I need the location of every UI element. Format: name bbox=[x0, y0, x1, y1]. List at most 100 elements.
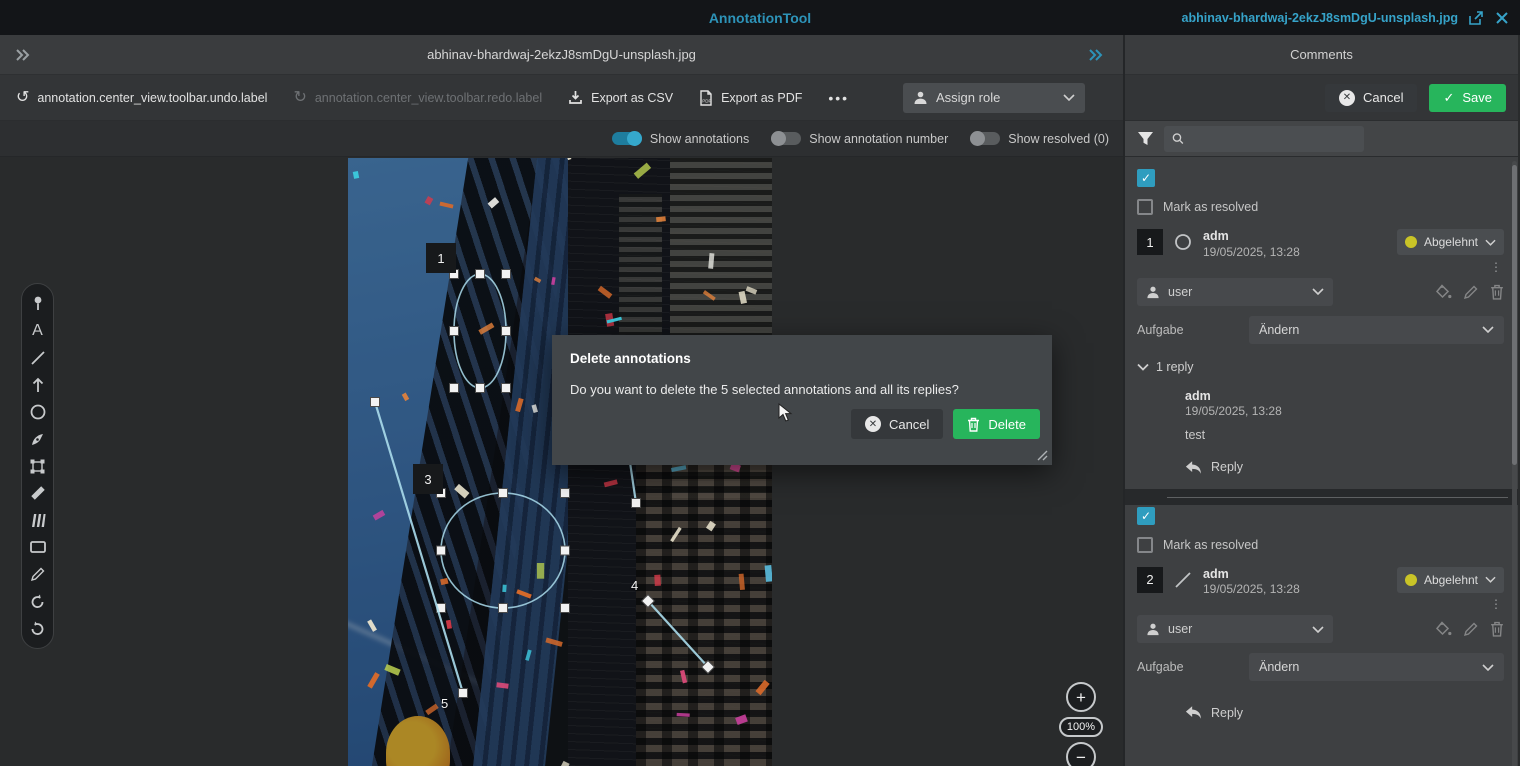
download-icon bbox=[568, 90, 583, 105]
app-title: AnnotationTool bbox=[709, 10, 811, 26]
scrollbar-thumb[interactable] bbox=[1512, 165, 1517, 465]
comments-actions: ✕ Cancel ✓ Save bbox=[1125, 75, 1518, 121]
pen-tool-icon[interactable] bbox=[27, 428, 49, 450]
arrow-tool-icon[interactable] bbox=[27, 374, 49, 396]
cancel-x-icon: ✕ bbox=[865, 416, 881, 432]
rotate-ccw-icon[interactable] bbox=[27, 590, 49, 612]
comments-list[interactable]: ✓ Mark as resolved 1 adm 19/05/2025, 13:… bbox=[1125, 157, 1518, 766]
pencil-tool-icon[interactable] bbox=[27, 563, 49, 585]
chevron-down-icon bbox=[1485, 239, 1496, 246]
comment-date: 19/05/2025, 13:28 bbox=[1203, 582, 1300, 597]
topbar-filename: abhinav-bhardwaj-2ekzJ8smDgU-unsplash.jp… bbox=[1182, 11, 1458, 25]
line-tool-icon[interactable] bbox=[27, 347, 49, 369]
reply-item: adm 19/05/2025, 13:28 test bbox=[1137, 388, 1504, 444]
assignee-dropdown[interactable]: user bbox=[1137, 615, 1333, 643]
area-measure-tool-icon[interactable] bbox=[27, 509, 49, 531]
text-tool-icon[interactable]: A bbox=[27, 320, 49, 342]
rotate-cw-icon[interactable] bbox=[27, 617, 49, 639]
modal-cancel-button[interactable]: ✕ Cancel bbox=[851, 409, 943, 439]
comments-save-button[interactable]: ✓ Save bbox=[1429, 84, 1506, 112]
status-dropdown[interactable]: Abgelehnt bbox=[1397, 229, 1504, 255]
center-view: abhinav-bhardwaj-2ekzJ8smDgU-unsplash.jp… bbox=[0, 35, 1125, 766]
modal-resize-handle[interactable] bbox=[1036, 449, 1048, 461]
zoom-controls: + 100% − bbox=[1060, 682, 1102, 766]
chevron-down-icon bbox=[1312, 288, 1324, 295]
fill-color-icon[interactable] bbox=[1435, 621, 1452, 637]
share-icon[interactable] bbox=[1468, 10, 1484, 26]
reply-button[interactable]: Reply bbox=[1185, 460, 1504, 475]
comment-card: ✓ Mark as resolved 2 adm 19/05/2025, 13:… bbox=[1137, 507, 1504, 721]
document-header: abhinav-bhardwaj-2ekzJ8smDgU-unsplash.jp… bbox=[0, 35, 1123, 75]
view-toggles: Show annotations Show annotation number … bbox=[0, 121, 1123, 157]
zoom-in-button[interactable]: + bbox=[1066, 682, 1096, 712]
drawing-tools-palette: A bbox=[21, 283, 54, 649]
chevron-down-icon bbox=[1063, 94, 1075, 101]
search-icon bbox=[1172, 132, 1184, 145]
document-filename: abhinav-bhardwaj-2ekzJ8smDgU-unsplash.jp… bbox=[427, 47, 696, 62]
comment-more-icon[interactable]: ⋮ bbox=[1490, 262, 1502, 272]
switch-off bbox=[970, 132, 1000, 145]
zoom-level: 100% bbox=[1059, 717, 1103, 737]
replies-expand-toggle[interactable]: 1 reply bbox=[1137, 360, 1504, 374]
transform-tool-icon[interactable] bbox=[27, 455, 49, 477]
assignee-dropdown[interactable]: user bbox=[1137, 278, 1333, 306]
toggle-show-resolved[interactable]: Show resolved (0) bbox=[970, 132, 1109, 146]
annotation-canvas[interactable]: A bbox=[0, 157, 1123, 766]
annotation-number-badge: 1 bbox=[1137, 229, 1163, 255]
delete-trash-icon[interactable] bbox=[1490, 621, 1504, 637]
rectangle-tool-icon[interactable] bbox=[27, 536, 49, 558]
comment-search-box[interactable] bbox=[1164, 126, 1364, 152]
comment-select-checkbox[interactable]: ✓ bbox=[1137, 507, 1155, 525]
task-dropdown[interactable]: Ändern bbox=[1249, 653, 1504, 681]
export-csv-button[interactable]: Export as CSV bbox=[568, 90, 673, 105]
status-dot bbox=[1405, 574, 1417, 586]
status-dropdown[interactable]: Abgelehnt bbox=[1397, 567, 1504, 593]
reply-button[interactable]: Reply bbox=[1185, 705, 1504, 720]
comments-header: Comments bbox=[1125, 35, 1518, 75]
ellipse-tool-icon[interactable] bbox=[27, 401, 49, 423]
mark-resolved-checkbox[interactable] bbox=[1137, 537, 1153, 553]
svg-text:PDF: PDF bbox=[702, 98, 711, 103]
reply-arrow-icon bbox=[1185, 460, 1202, 475]
edit-pencil-icon[interactable] bbox=[1463, 621, 1479, 637]
filter-icon[interactable] bbox=[1137, 131, 1154, 146]
modal-delete-button[interactable]: Delete bbox=[953, 409, 1040, 439]
edit-pencil-icon[interactable] bbox=[1463, 284, 1479, 300]
status-dot bbox=[1405, 236, 1417, 248]
check-icon: ✓ bbox=[1443, 90, 1454, 106]
toggle-show-annotations[interactable]: Show annotations bbox=[612, 132, 749, 146]
collapse-right-panel-icon[interactable] bbox=[1087, 48, 1105, 62]
pin-tool-icon[interactable] bbox=[27, 293, 49, 315]
search-input[interactable] bbox=[1190, 132, 1356, 146]
switch-on bbox=[612, 132, 642, 145]
person-icon bbox=[1146, 622, 1160, 636]
export-pdf-button[interactable]: PDF Export as PDF bbox=[699, 90, 802, 106]
collapse-left-panel-icon[interactable] bbox=[14, 48, 32, 62]
zoom-out-button[interactable]: − bbox=[1066, 742, 1096, 766]
delete-annotations-modal: Delete annotations Do you want to delete… bbox=[552, 335, 1052, 465]
trash-icon bbox=[967, 417, 980, 432]
close-icon[interactable] bbox=[1494, 10, 1510, 26]
fill-color-icon[interactable] bbox=[1435, 284, 1452, 300]
switch-off bbox=[771, 132, 801, 145]
comment-select-checkbox[interactable]: ✓ bbox=[1137, 169, 1155, 187]
task-dropdown[interactable]: Ändern bbox=[1249, 316, 1504, 344]
ruler-tool-icon[interactable] bbox=[27, 482, 49, 504]
annotation-number-label: 3 bbox=[413, 464, 443, 494]
comment-more-icon[interactable]: ⋮ bbox=[1490, 599, 1502, 609]
chevron-down-icon bbox=[1482, 326, 1494, 333]
assign-role-dropdown[interactable]: Assign role bbox=[903, 83, 1085, 113]
pdf-file-icon: PDF bbox=[699, 90, 713, 106]
undo-button[interactable]: ↺ annotation.center_view.toolbar.undo.la… bbox=[16, 90, 267, 106]
chevron-down-icon bbox=[1137, 363, 1149, 371]
comments-cancel-button[interactable]: ✕ Cancel bbox=[1325, 84, 1417, 112]
toolbar: ↺ annotation.center_view.toolbar.undo.la… bbox=[0, 75, 1123, 121]
chevron-down-icon bbox=[1485, 576, 1496, 583]
toggle-show-annotation-number[interactable]: Show annotation number bbox=[771, 132, 948, 146]
card-divider bbox=[1125, 489, 1518, 505]
more-options-icon[interactable]: ••• bbox=[828, 90, 849, 106]
delete-trash-icon[interactable] bbox=[1490, 284, 1504, 300]
person-icon bbox=[913, 90, 928, 105]
mark-resolved-checkbox[interactable] bbox=[1137, 199, 1153, 215]
redo-button[interactable]: ↻ annotation.center_view.toolbar.redo.la… bbox=[293, 90, 542, 106]
